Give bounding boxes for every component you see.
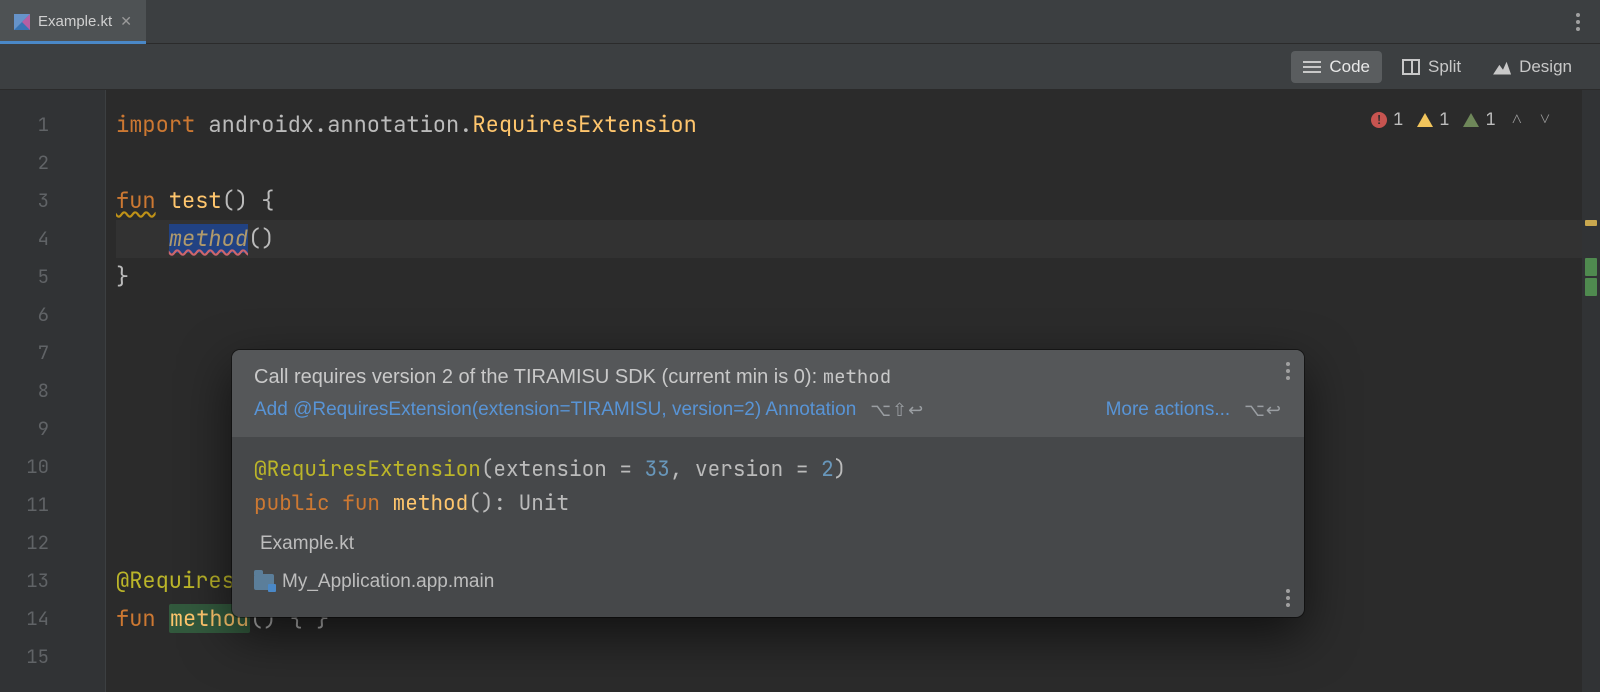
marker-ok[interactable] xyxy=(1585,258,1597,276)
code-line xyxy=(116,144,1600,182)
quick-doc-body: @RequiresExtension(extension = 33, versi… xyxy=(232,437,1304,617)
line-number: 3 xyxy=(0,182,105,220)
line-number: 6 xyxy=(0,296,105,334)
line-number: 11 xyxy=(0,486,105,524)
line-number: 8 xyxy=(0,372,105,410)
quick-doc-signature-line: public fun method(): Unit xyxy=(254,487,1282,521)
view-mode-design-label: Design xyxy=(1519,57,1572,77)
kotlin-file-icon xyxy=(14,14,30,30)
popup-options-button[interactable] xyxy=(1286,362,1290,380)
code-line xyxy=(116,296,1600,334)
apply-fix-link[interactable]: Add @RequiresExtension(extension=TIRAMIS… xyxy=(254,399,856,421)
line-number: 4 xyxy=(0,220,105,258)
kebab-icon xyxy=(1286,362,1290,380)
code-editor[interactable]: 1 2 3 4 5 6 7 8 9 10 11 12 13 14 15 impo… xyxy=(0,90,1600,692)
quick-doc-source-module: My_Application.app.main xyxy=(254,563,1282,603)
file-tab-label: Example.kt xyxy=(38,13,112,30)
prev-problem-button[interactable]: ˄ xyxy=(1510,108,1524,131)
kebab-icon xyxy=(1286,589,1290,607)
view-mode-design[interactable]: Design xyxy=(1481,51,1584,83)
kebab-icon xyxy=(1576,13,1580,31)
view-mode-split[interactable]: Split xyxy=(1390,51,1473,83)
module-folder-icon xyxy=(254,574,274,590)
line-number: 12 xyxy=(0,524,105,562)
tabbar-options-button[interactable] xyxy=(1556,0,1600,43)
line-number: 10 xyxy=(0,448,105,486)
line-number: 2 xyxy=(0,144,105,182)
editor-view-mode-bar: Code Split Design xyxy=(0,44,1600,90)
warning-icon xyxy=(1417,113,1433,127)
quick-doc-annotation-line: @RequiresExtension(extension = 33, versi… xyxy=(254,453,1282,487)
line-number: 9 xyxy=(0,410,105,448)
intention-popup: Call requires version 2 of the TIRAMISU … xyxy=(232,350,1304,617)
view-mode-split-label: Split xyxy=(1428,57,1461,77)
file-tab-example-kt[interactable]: Example.kt ✕ xyxy=(0,0,146,43)
line-number: 1 xyxy=(0,106,105,144)
code-view-icon xyxy=(1303,59,1321,75)
view-mode-code-label: Code xyxy=(1329,57,1370,77)
marker-ok[interactable] xyxy=(1585,278,1597,296)
quick-doc-options-button[interactable] xyxy=(1286,589,1290,607)
error-icon xyxy=(1371,112,1387,128)
more-actions-shortcut: ⌥↩ xyxy=(1244,400,1282,421)
line-number: 15 xyxy=(0,638,105,676)
design-view-icon xyxy=(1493,59,1511,75)
weak-warning-count[interactable]: 1 xyxy=(1463,109,1495,131)
code-line xyxy=(116,638,1600,676)
code-line: } xyxy=(116,258,1600,296)
more-actions-link[interactable]: More actions... xyxy=(1106,399,1231,421)
code-line-current: method() xyxy=(116,220,1600,258)
editor-tabbar: Example.kt ✕ xyxy=(0,0,1600,44)
intention-popup-header: Call requires version 2 of the TIRAMISU … xyxy=(232,350,1304,437)
code-line: fun test() { xyxy=(116,182,1600,220)
intention-message: Call requires version 2 of the TIRAMISU … xyxy=(254,364,1282,389)
line-number: 14 xyxy=(0,600,105,638)
line-number: 7 xyxy=(0,334,105,372)
error-count[interactable]: 1 xyxy=(1371,109,1403,131)
quick-doc-source-file: Example.kt xyxy=(254,521,1282,563)
line-number: 13 xyxy=(0,562,105,600)
close-tab-icon[interactable]: ✕ xyxy=(120,13,132,30)
view-mode-code[interactable]: Code xyxy=(1291,51,1382,83)
editor-gutter: 1 2 3 4 5 6 7 8 9 10 11 12 13 14 15 xyxy=(0,90,106,692)
marker-warning[interactable] xyxy=(1585,220,1597,226)
line-number: 5 xyxy=(0,258,105,296)
apply-fix-shortcut: ⌥⇧↩ xyxy=(870,400,924,421)
next-problem-button[interactable]: ˅ xyxy=(1538,108,1552,131)
selected-call: method xyxy=(169,224,248,253)
weak-warning-icon xyxy=(1463,113,1479,127)
error-stripe[interactable] xyxy=(1582,90,1600,692)
split-view-icon xyxy=(1402,59,1420,75)
inspection-summary[interactable]: 1 1 1 ˄ ˅ xyxy=(1371,108,1552,131)
warning-count[interactable]: 1 xyxy=(1417,109,1449,131)
